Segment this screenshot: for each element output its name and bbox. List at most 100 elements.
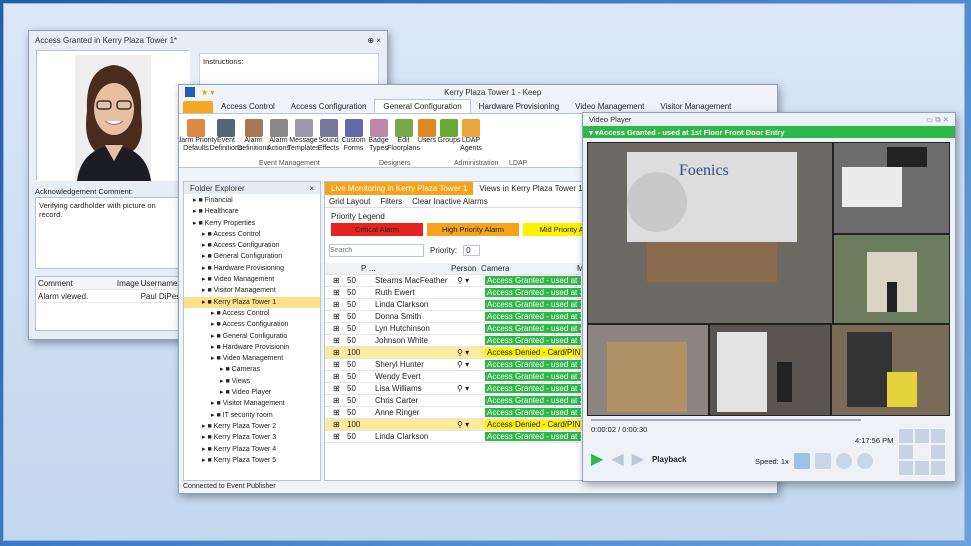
fullscreen-icon[interactable] (793, 453, 810, 469)
tab-live-monitoring[interactable]: Live Monitoring in Kerry Plaza Tower 1 (325, 182, 474, 195)
grid-header[interactable]: ... (367, 264, 449, 273)
tree-item[interactable]: ▸ ■ Video Management (184, 353, 320, 364)
col-comment[interactable]: Comment (36, 279, 115, 288)
camera-icon: ⚲ ▾ (457, 420, 470, 429)
search-input[interactable] (329, 244, 424, 257)
grid-cell: Access Granted - used at 3rd (485, 384, 581, 393)
tree-item[interactable]: ▸ ■ Hardware Provisioning (184, 263, 320, 274)
tree-item[interactable]: ▸ ■ Kerry Properties (184, 218, 320, 229)
grid-header[interactable]: Pri... (359, 264, 367, 273)
grid-layout-button[interactable]: Grid Layout (329, 197, 370, 206)
camera-icon: ⚲ ▾ (457, 276, 470, 285)
tab-general-configuration[interactable]: General Configuration (374, 99, 471, 113)
tree-item[interactable]: ▸ ■ Access Control (184, 308, 320, 319)
tree-item[interactable]: ▸ ■ Access Configuration (184, 319, 320, 330)
video-title: Video Player (589, 115, 632, 124)
grid-cell: 50 (347, 276, 356, 285)
quick-access-star-icon[interactable]: ★ ▾ (201, 88, 214, 97)
grid-cell: ⊞ (333, 396, 340, 405)
grid-cell: Access Granted - used at 1st (485, 432, 581, 441)
ribbon-button-label: LDAP Agents (460, 137, 482, 152)
grid-cell: Access Granted - used at 1st (485, 360, 581, 369)
grid-cell: 50 (347, 396, 356, 405)
ptz-down-left-icon[interactable] (899, 461, 913, 475)
col-username[interactable]: Username (139, 279, 180, 288)
tree-item[interactable]: ▸ ■ Visitor Management (184, 398, 320, 409)
tree-item[interactable]: ▸ ■ Kerry Plaza Tower 1 (184, 296, 320, 308)
video-scrubber[interactable] (591, 419, 861, 421)
tree-item[interactable]: ▸ ■ Hardware Provisionin (184, 342, 320, 353)
ribbon-button[interactable]: Custom Forms (341, 116, 366, 167)
ptz-down-right-icon[interactable] (931, 461, 945, 475)
camera-icon: ⚲ ▾ (457, 360, 470, 369)
ack-history-table: Comment Image Username Alarm viewed. Pau… (35, 276, 181, 331)
tree-item[interactable]: ▸ ■ Kerry Plaza Tower 4 (184, 444, 320, 455)
col-image[interactable]: Image (115, 279, 139, 288)
tree-item[interactable]: ▸ ■ Kerry Plaza Tower 5 (184, 455, 320, 466)
ribbon-button[interactable]: Alarm Priority Defaults (179, 116, 217, 167)
rewind-icon[interactable]: ◀ (611, 449, 623, 469)
grid-cell: Stearns MacFeather (375, 276, 448, 285)
tree-item[interactable]: ▸ ■ Views (184, 376, 320, 387)
grid-cell: Johnson White (375, 336, 428, 345)
ptz-left-icon[interactable] (899, 445, 913, 459)
tab-access-configuration[interactable]: Access Configuration (283, 100, 375, 113)
ptz-right-icon[interactable] (931, 445, 945, 459)
tree-item[interactable]: ▸ ■ Access Control (184, 229, 320, 240)
clear-inactive-button[interactable]: Clear Inactive Alarms (412, 197, 488, 206)
banner-dropdown-icon[interactable]: ▾ ▾ (589, 128, 599, 137)
tree-item[interactable]: ▸ ■ Visitor Management (184, 285, 320, 296)
ack-comment-field[interactable]: Verifying cardholder with picture on rec… (35, 197, 181, 269)
grid-cell: 50 (347, 432, 356, 441)
ack-window-controls[interactable]: ⊕ × (367, 36, 381, 45)
ribbon-button-icon (462, 119, 480, 137)
play-icon[interactable]: ▶ (591, 449, 603, 469)
ribbon-group-label: Designers (379, 160, 411, 167)
window-controls-icon[interactable]: ▭ ⧉ ✕ (926, 115, 949, 125)
video-clock: 4:17:56 PM (855, 436, 894, 445)
ribbon-button[interactable]: Users (416, 116, 438, 167)
zoom-in-icon[interactable] (835, 453, 852, 469)
grid-header[interactable]: Person (449, 264, 479, 273)
grid-cell: ⊞ (333, 312, 340, 321)
grid-cell: Donna Smith (375, 312, 422, 321)
ptz-up-right-icon[interactable] (931, 429, 945, 443)
tree-item[interactable]: ▸ ■ Cameras (184, 364, 320, 375)
tree-item[interactable]: ▸ ■ Financial (184, 195, 320, 206)
table-row[interactable]: Alarm viewed. Paul DiPeso (36, 290, 180, 303)
tree-item[interactable]: ▸ ■ Kerry Plaza Tower 2 (184, 421, 320, 432)
zoom-out-icon[interactable] (856, 453, 873, 469)
grid-cell: ⊞ (333, 432, 340, 441)
tree-item[interactable]: ▸ ■ Healthcare (184, 206, 320, 217)
grid-cell: Access Granted - used at 2nd (485, 372, 581, 381)
priority-field[interactable]: 0 (463, 245, 480, 256)
forward-icon[interactable]: ▶ (632, 449, 644, 469)
ptz-up-left-icon[interactable] (899, 429, 913, 443)
ptz-up-icon[interactable] (915, 429, 929, 443)
tree-item[interactable]: ▸ ■ General Configuratio (184, 331, 320, 342)
tree-item[interactable]: ▸ ■ General Configuration (184, 251, 320, 262)
ptz-down-icon[interactable] (915, 461, 929, 475)
filters-button[interactable]: Filters (380, 197, 402, 206)
tab-hardware-provisioning[interactable]: Hardware Provisioning (471, 100, 567, 113)
tree-item[interactable]: ▸ ■ Access Configuration (184, 240, 320, 251)
grid-cell: Wendy Evert (375, 372, 421, 381)
ribbon-button-label: Alarm Definitions (237, 137, 270, 152)
tree-item[interactable]: ▸ ■ IT security room (184, 410, 320, 421)
close-icon[interactable]: × (309, 184, 314, 193)
file-tab[interactable] (183, 101, 213, 113)
grid-cell: Linda Clarkson (375, 432, 429, 441)
tab-access-control[interactable]: Access Control (213, 100, 283, 113)
grid-cell: Access Granted - used at 3rd (485, 288, 581, 297)
tree-item[interactable]: ▸ ■ Kerry Plaza Tower 3 (184, 432, 320, 443)
ribbon-tabs: Access Control Access Configuration Gene… (179, 99, 777, 113)
ribbon-group-label: Event Management (259, 160, 320, 167)
grid-header[interactable]: Camera (479, 264, 575, 273)
ribbon-button-icon (244, 119, 263, 137)
snapshot-icon[interactable] (814, 453, 831, 469)
tab-views[interactable]: Views in Kerry Plaza Tower 1 (473, 182, 589, 195)
priority-legend-item: Critical Alarm (331, 223, 423, 236)
grid-cell: Access Granted - used at 1st (485, 300, 581, 309)
tree-item[interactable]: ▸ ■ Video Player (184, 387, 320, 398)
tree-item[interactable]: ▸ ■ Video Management (184, 274, 320, 285)
